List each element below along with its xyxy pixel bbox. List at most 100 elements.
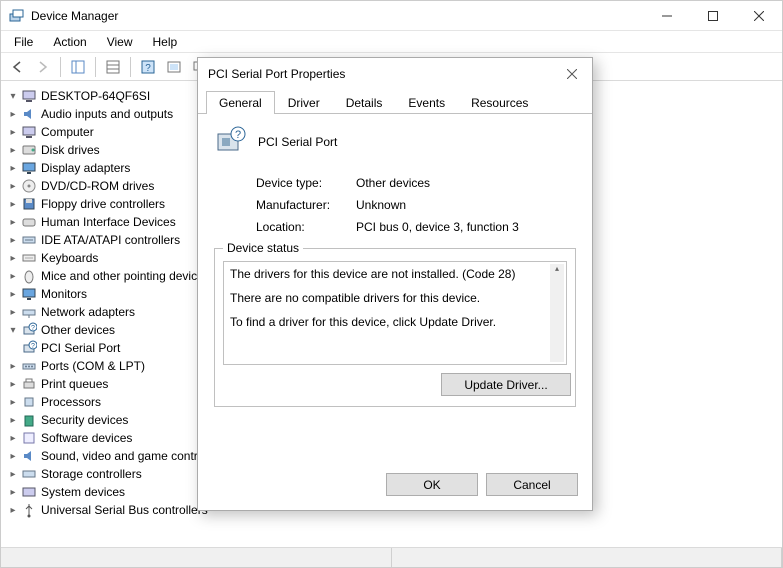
category-icon [21, 304, 37, 320]
tree-root-label: DESKTOP-64QF6SI [41, 89, 150, 103]
ok-button[interactable]: OK [386, 473, 478, 496]
tree-item-label: IDE ATA/ATAPI controllers [41, 233, 180, 247]
expand-icon[interactable]: ▸ [5, 178, 21, 194]
tab-general[interactable]: General [206, 91, 275, 114]
expand-icon[interactable]: ▸ [5, 466, 21, 482]
tree-item-label: PCI Serial Port [41, 341, 120, 355]
statusbar [1, 547, 782, 567]
status-line: The drivers for this device are not inst… [230, 266, 560, 282]
expand-icon[interactable]: ▸ [5, 358, 21, 374]
dialog-titlebar: PCI Serial Port Properties [198, 58, 592, 90]
help-button[interactable]: ? [136, 56, 160, 78]
tree-item-label: Universal Serial Bus controllers [41, 503, 208, 517]
tree-item-label: Floppy drive controllers [41, 197, 165, 211]
update-driver-button[interactable]: Update Driver... [441, 373, 571, 396]
expand-icon[interactable]: ▸ [5, 304, 21, 320]
collapse-icon[interactable]: ▾ [5, 322, 21, 338]
category-icon [21, 412, 37, 428]
category-icon [21, 250, 37, 266]
category-icon [21, 268, 37, 284]
expand-icon[interactable]: ▸ [5, 142, 21, 158]
tree-item-label: Disk drives [41, 143, 100, 157]
dialog-body: ? PCI Serial Port Device type: Other dev… [198, 114, 592, 463]
dialog-tabs: General Driver Details Events Resources [198, 90, 592, 114]
category-icon [21, 124, 37, 140]
expand-icon[interactable]: ▸ [5, 448, 21, 464]
expand-icon[interactable]: ▸ [5, 502, 21, 518]
forward-button[interactable] [31, 56, 55, 78]
expand-icon[interactable]: ▸ [5, 412, 21, 428]
titlebar: Device Manager [1, 1, 782, 31]
tree-item-label: Human Interface Devices [41, 215, 176, 229]
svg-text:?: ? [235, 129, 241, 141]
menubar: File Action View Help [1, 31, 782, 53]
show-hide-tree-button[interactable] [66, 56, 90, 78]
separator [95, 57, 96, 77]
category-icon [21, 376, 37, 392]
device-status-legend: Device status [223, 241, 303, 255]
scan-button[interactable] [162, 56, 186, 78]
manufacturer-value: Unknown [356, 198, 406, 212]
category-icon [21, 502, 37, 518]
expand-icon[interactable]: ▸ [5, 394, 21, 410]
properties-dialog: PCI Serial Port Properties General Drive… [197, 57, 593, 511]
menu-file[interactable]: File [4, 33, 43, 51]
category-icon [21, 466, 37, 482]
expand-icon[interactable]: ▸ [5, 268, 21, 284]
tree-item-label: Processors [41, 395, 101, 409]
expand-icon[interactable]: ▸ [5, 214, 21, 230]
tree-item-label: Security devices [41, 413, 128, 427]
category-icon [21, 178, 37, 194]
category-icon [21, 358, 37, 374]
expand-icon[interactable]: ▸ [5, 124, 21, 140]
menu-action[interactable]: Action [43, 33, 96, 51]
menu-help[interactable]: Help [143, 33, 188, 51]
category-icon [21, 142, 37, 158]
device-status-text[interactable]: The drivers for this device are not inst… [223, 261, 567, 365]
separator [60, 57, 61, 77]
category-icon [21, 448, 37, 464]
expand-icon[interactable]: ▸ [5, 376, 21, 392]
scroll-up-icon[interactable]: ▴ [550, 264, 564, 278]
scrollbar[interactable]: ▴ [550, 264, 564, 362]
dialog-close-button[interactable] [552, 58, 592, 90]
category-icon [21, 232, 37, 248]
expand-icon[interactable]: ▸ [5, 160, 21, 176]
category-icon [21, 196, 37, 212]
device-name: PCI Serial Port [258, 135, 337, 149]
expand-icon[interactable]: ▸ [5, 250, 21, 266]
tab-events[interactable]: Events [395, 91, 458, 114]
properties-button[interactable] [101, 56, 125, 78]
collapse-icon[interactable]: ▾ [5, 88, 21, 104]
dialog-buttons: OK Cancel [198, 463, 592, 510]
category-icon [21, 106, 37, 122]
menu-view[interactable]: View [97, 33, 143, 51]
tab-details[interactable]: Details [333, 91, 396, 114]
cancel-button[interactable]: Cancel [486, 473, 578, 496]
back-button[interactable] [5, 56, 29, 78]
tree-item-label: Monitors [41, 287, 87, 301]
manufacturer-label: Manufacturer: [256, 198, 356, 212]
expand-icon[interactable]: ▸ [5, 286, 21, 302]
expand-icon[interactable]: ▸ [5, 484, 21, 500]
expand-icon[interactable]: ▸ [5, 196, 21, 212]
location-label: Location: [256, 220, 356, 234]
status-line: To find a driver for this device, click … [230, 314, 560, 330]
close-button[interactable] [736, 1, 782, 31]
svg-text:?: ? [145, 63, 151, 74]
expand-icon[interactable]: ▸ [5, 430, 21, 446]
window-title: Device Manager [31, 9, 644, 23]
category-icon: ? [21, 322, 37, 338]
tree-item-label: Storage controllers [41, 467, 142, 481]
minimize-button[interactable] [644, 1, 690, 31]
tab-resources[interactable]: Resources [458, 91, 541, 114]
expand-icon[interactable]: ▸ [5, 232, 21, 248]
expand-icon[interactable]: ▸ [5, 106, 21, 122]
separator [130, 57, 131, 77]
category-icon [21, 214, 37, 230]
maximize-button[interactable] [690, 1, 736, 31]
location-value: PCI bus 0, device 3, function 3 [356, 220, 519, 234]
device-type-value: Other devices [356, 176, 430, 190]
tab-driver[interactable]: Driver [275, 91, 333, 114]
category-icon [21, 286, 37, 302]
